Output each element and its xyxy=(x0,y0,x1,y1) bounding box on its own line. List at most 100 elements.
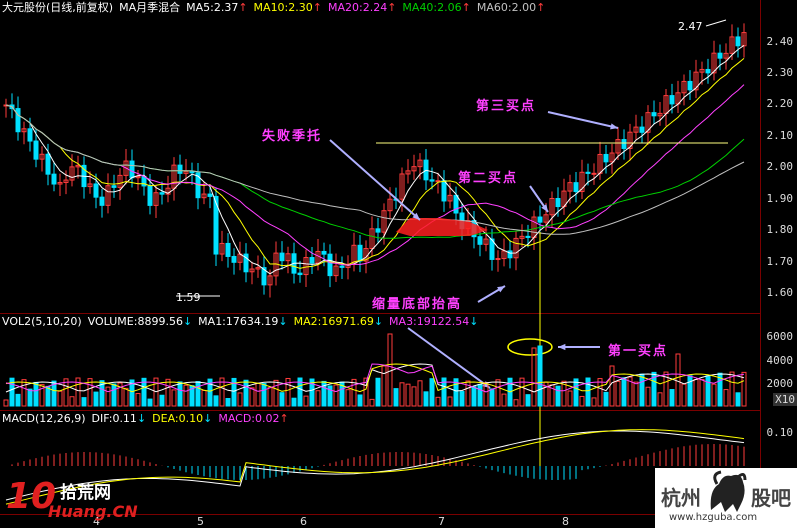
arrow-third-buy xyxy=(547,111,619,129)
volume-bar xyxy=(693,378,699,407)
volume-bar xyxy=(57,390,63,407)
volume-bar xyxy=(591,397,597,407)
vol-tick: 4000 xyxy=(766,354,794,367)
volume-bar xyxy=(123,387,129,407)
candle-body xyxy=(441,180,447,202)
volume-ma-line xyxy=(5,363,745,393)
candle-body xyxy=(429,179,435,182)
vol-tick: 2000 xyxy=(766,377,794,390)
volume-bar xyxy=(357,394,363,407)
candle-body xyxy=(357,244,363,262)
volume-bar xyxy=(393,388,399,407)
candle-body xyxy=(375,228,381,233)
annotation-shrink-bottom: 缩量底部抬高 xyxy=(372,297,463,312)
volume-bar xyxy=(165,378,171,407)
high-marker xyxy=(705,19,727,27)
volume-bar xyxy=(423,391,429,407)
volume-bar xyxy=(471,386,477,407)
candle-body xyxy=(555,197,561,208)
kline-chart xyxy=(3,19,747,505)
ma60-line xyxy=(5,104,745,235)
annotation-third-buy: 第三买点 xyxy=(476,99,537,114)
candle-body xyxy=(189,170,195,174)
volume-bar xyxy=(279,392,285,407)
volume-bar xyxy=(735,392,741,407)
candle-body xyxy=(453,194,459,214)
volume-bar xyxy=(267,387,273,407)
volume-bar xyxy=(21,379,27,407)
volume-bar xyxy=(69,396,75,407)
annotation-second-buy: 第二买点 xyxy=(458,171,519,186)
macd-tick: 0.10 xyxy=(766,426,794,439)
candle-body xyxy=(603,153,609,163)
candle-body xyxy=(99,196,105,206)
candle-body xyxy=(669,95,675,105)
ma40-line xyxy=(5,104,745,239)
volume-bar xyxy=(555,385,561,407)
y-tick: 2.40 xyxy=(766,35,794,48)
volume-bar xyxy=(183,384,189,407)
candle-body xyxy=(177,164,183,174)
volume-bar xyxy=(375,377,381,407)
volume-bar xyxy=(657,392,663,407)
volume-bar xyxy=(237,392,243,407)
x-tick: 6 xyxy=(300,515,307,528)
candle-body xyxy=(705,68,711,74)
volume-bar xyxy=(573,378,579,407)
candle-body xyxy=(585,171,591,174)
volume-bar xyxy=(525,394,531,407)
volume-bar xyxy=(501,393,507,407)
y-tick: 1.70 xyxy=(766,255,794,268)
candle-body xyxy=(651,112,657,117)
high-price-label: 2.47 xyxy=(678,20,703,33)
volume-bar xyxy=(603,391,609,407)
volume-bar xyxy=(675,353,681,407)
volume-bar xyxy=(135,393,141,407)
arrow-volume-shrink xyxy=(407,327,491,389)
volume-bar xyxy=(255,382,261,407)
candle-body xyxy=(207,193,213,197)
annotation-failed-support: 失败季托 xyxy=(262,129,323,144)
candle-body xyxy=(93,183,99,198)
y-tick: 2.00 xyxy=(766,160,794,173)
volume-bar xyxy=(417,380,423,407)
volume-bar xyxy=(213,395,219,407)
candle-body xyxy=(111,185,117,188)
volume-bar xyxy=(303,395,309,407)
volume-bar xyxy=(333,384,339,407)
volume-bar xyxy=(63,378,69,407)
volume-bar xyxy=(711,383,717,407)
low-price-label: 1.59 xyxy=(176,291,201,304)
volume-bar xyxy=(567,390,573,407)
watermark-logo-left: 10 拾荒网 Huang.CN xyxy=(0,474,140,528)
watermark-right-cn2: 股吧 xyxy=(751,486,791,510)
candle-body xyxy=(687,80,693,91)
candle-body xyxy=(225,242,231,257)
bull-icon xyxy=(710,470,747,512)
candle-body xyxy=(297,272,303,276)
candle-body xyxy=(339,265,345,268)
candle-body xyxy=(15,108,21,133)
volume-bar xyxy=(633,381,639,407)
volume-bar xyxy=(105,386,111,407)
candle-body xyxy=(495,258,501,261)
volume-bar xyxy=(225,398,231,407)
candle-body xyxy=(33,140,39,160)
volume-bar xyxy=(435,396,441,407)
y-tick: 2.30 xyxy=(766,66,794,79)
candle-body xyxy=(321,250,327,255)
volume-bar xyxy=(147,398,153,407)
annotation-first-buy: 第一买点 xyxy=(608,344,669,359)
ma20-line xyxy=(5,84,745,266)
first-buy-volume-circle xyxy=(507,338,553,356)
volume-bar xyxy=(459,391,465,407)
vol-tick: 6000 xyxy=(766,330,794,343)
volume-bar xyxy=(477,383,483,407)
volume-bar xyxy=(699,378,705,407)
watermark-cn: 拾荒网 xyxy=(60,483,111,503)
volume-bar xyxy=(3,399,9,407)
ma5-line xyxy=(5,44,745,275)
volume-bar xyxy=(27,388,33,407)
candle-body xyxy=(735,36,741,47)
y-tick: 2.10 xyxy=(766,129,794,142)
